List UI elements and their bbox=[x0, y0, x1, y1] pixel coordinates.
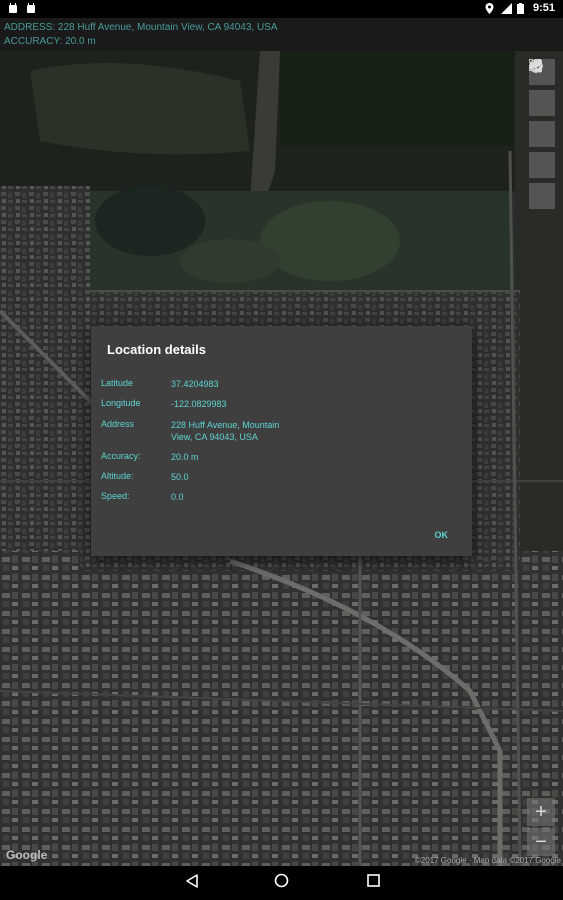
clock: 9:51 bbox=[532, 2, 555, 14]
location-info-bar: ADDRESS: 228 Huff Avenue, Mountain View,… bbox=[0, 18, 563, 51]
back-button[interactable] bbox=[184, 873, 200, 893]
android-notification-icon bbox=[8, 3, 18, 14]
detail-row-latitude: Latitude 37.4204983 bbox=[101, 378, 301, 390]
detail-row-longitude: Longitude -122.0829983 bbox=[101, 398, 301, 410]
location-icon bbox=[485, 2, 495, 14]
home-button[interactable] bbox=[273, 873, 289, 893]
home-icon bbox=[274, 873, 289, 893]
status-bar: 9:51 bbox=[0, 0, 563, 18]
signal-icon bbox=[500, 2, 512, 14]
navigation-bar bbox=[0, 866, 563, 900]
accuracy-text: ACCURACY: 20.0 m bbox=[4, 36, 96, 47]
detail-label: Address bbox=[101, 419, 135, 429]
detail-label: Altitude: bbox=[101, 471, 134, 481]
detail-label: Longitude bbox=[101, 398, 141, 408]
detail-label: Accuracy: bbox=[101, 451, 141, 461]
detail-label: Latitude bbox=[101, 378, 134, 388]
detail-value: 37.4204983 bbox=[171, 379, 219, 389]
location-details-dialog: Location details Latitude 37.4204983 Lon… bbox=[91, 326, 472, 556]
recents-button[interactable] bbox=[365, 874, 381, 892]
ok-button[interactable]: OK bbox=[435, 530, 449, 540]
battery-icon bbox=[516, 2, 527, 14]
address-text: ADDRESS: 228 Huff Avenue, Mountain View,… bbox=[4, 22, 278, 33]
dialog-overlay: Location details Latitude 37.4204983 Lon… bbox=[0, 51, 563, 866]
detail-value: 228 Huff Avenue, Mountain View, CA 94043… bbox=[171, 420, 280, 442]
detail-value: 20.0 m bbox=[171, 452, 199, 462]
detail-row-speed: Speed: 0.0 bbox=[101, 491, 301, 503]
detail-value: 50.0 bbox=[171, 472, 189, 482]
detail-label: Speed: bbox=[101, 491, 130, 501]
recents-icon bbox=[366, 874, 380, 892]
detail-value: 0.0 bbox=[171, 492, 184, 502]
back-icon bbox=[185, 873, 199, 893]
detail-row-accuracy: Accuracy: 20.0 m bbox=[101, 451, 301, 463]
dialog-title: Location details bbox=[107, 342, 206, 357]
detail-row-altitude: Altitude: 50.0 bbox=[101, 471, 301, 483]
detail-row-address: Address 228 Huff Avenue, Mountain View, … bbox=[101, 419, 301, 443]
android-notification-icon bbox=[26, 3, 36, 14]
detail-value: -122.0829983 bbox=[171, 399, 227, 409]
